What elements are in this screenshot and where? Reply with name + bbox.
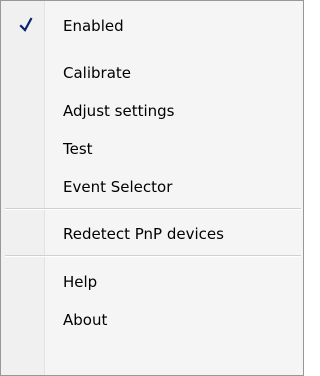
menu-item-enabled[interactable]: Enabled (3, 7, 301, 45)
menu-item-label: Test (63, 140, 93, 158)
menu-item-calibrate[interactable]: Calibrate (3, 54, 301, 92)
menu-item-label: Enabled (63, 17, 124, 35)
menu-item-label: About (63, 311, 108, 329)
menu-separator (5, 208, 301, 210)
menu-item-label: Redetect PnP devices (63, 225, 224, 243)
menu-item-adjust-settings[interactable]: Adjust settings (3, 92, 301, 130)
menu-item-help[interactable]: Help (3, 263, 301, 301)
menu-item-label: Event Selector (63, 178, 173, 196)
menu-item-label: Help (63, 273, 98, 291)
menu-item-about[interactable]: About (3, 301, 301, 339)
context-menu: Enabled Calibrate Adjust settings Test E… (0, 0, 304, 376)
menu-item-test[interactable]: Test (3, 130, 301, 168)
menu-item-redetect-pnp-devices[interactable]: Redetect PnP devices (3, 215, 301, 253)
menu-item-event-selector[interactable]: Event Selector (3, 168, 301, 206)
menu-item-label: Calibrate (63, 64, 131, 82)
menu-separator (5, 255, 301, 257)
checkmark-icon (19, 17, 33, 33)
menu-item-label: Adjust settings (63, 102, 175, 120)
